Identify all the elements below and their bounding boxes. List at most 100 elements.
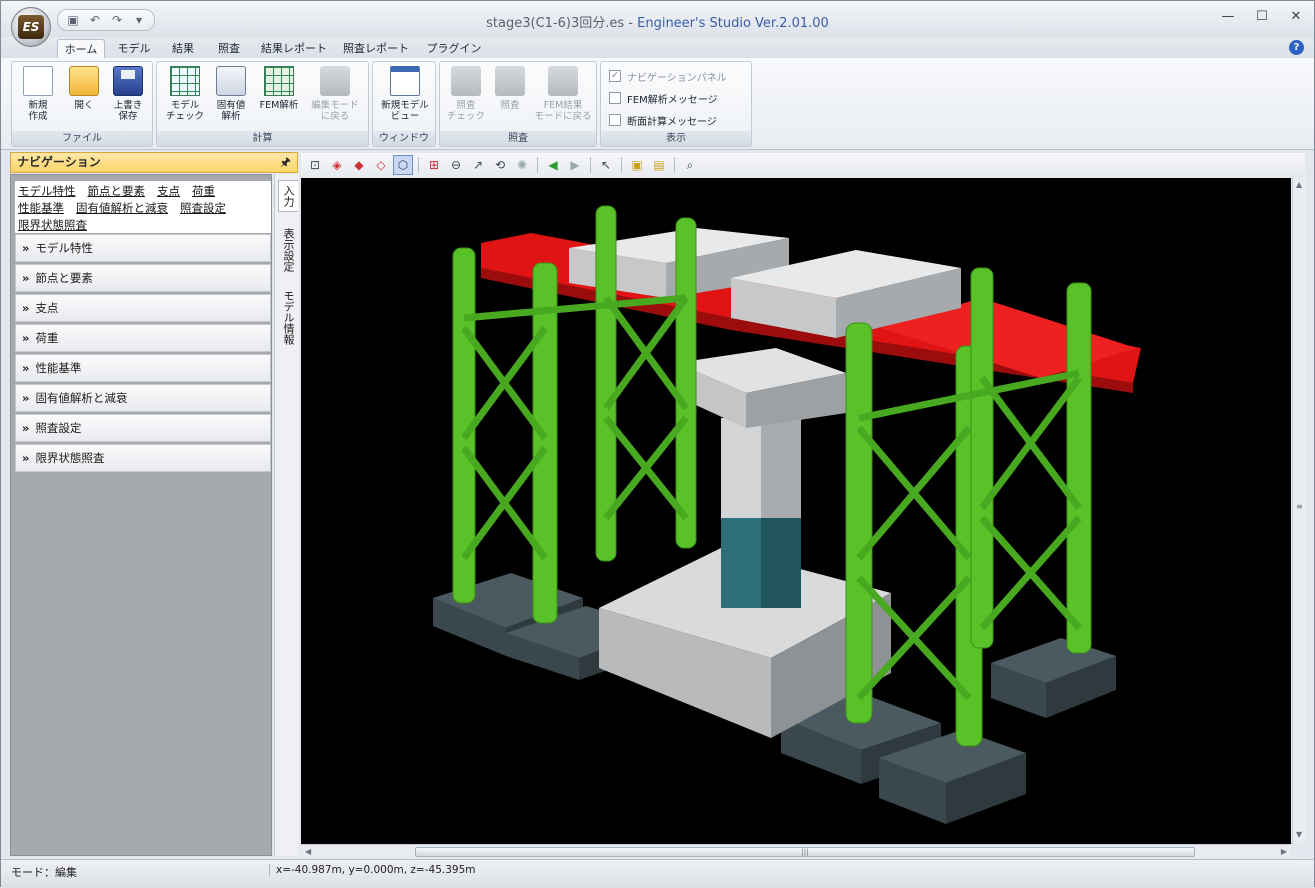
link-loads[interactable]: 荷重 (192, 184, 215, 198)
link-supports[interactable]: 支点 (157, 184, 180, 198)
tab-home[interactable]: ホーム (57, 39, 105, 59)
check-check-button[interactable]: 照査 チェック (444, 66, 488, 122)
nav-item-check-settings[interactable]: » 照査設定 (15, 414, 271, 442)
folder-open-icon (69, 66, 99, 96)
orbit-icon[interactable]: ✺ (512, 155, 532, 175)
check-button[interactable]: 照査 (488, 66, 532, 111)
view-side-icon[interactable]: ◇ (371, 155, 391, 175)
window-group: 新規モデル ビュー ウィンドウ (372, 61, 436, 147)
redo-icon[interactable]: ↷ (108, 11, 126, 29)
zoom-out-icon[interactable]: ⊖ (446, 155, 466, 175)
tab-check[interactable]: 照査 (211, 39, 247, 59)
scroll-grip-icon: ≡ (1296, 502, 1303, 511)
tab-display-settings[interactable]: 表示設定 (278, 224, 298, 276)
scroll-up-icon[interactable]: ▲ (1296, 180, 1302, 189)
back-icon[interactable]: ◀ (543, 155, 563, 175)
tab-model[interactable]: モデル (113, 39, 155, 59)
file-group: 新規 作成 開く 上書き 保存 ファイル (11, 61, 153, 147)
navigation-panel: モデル特性 節点と要素 支点 荷重 性能基準 固有値解析と減衰 照査設定 限界状態照査 »… (10, 174, 272, 856)
3d-model-viewport[interactable] (301, 178, 1291, 844)
floppy-save-icon (113, 66, 143, 96)
nav-item-nodes-elements[interactable]: » 節点と要素 (15, 264, 271, 292)
close-button[interactable]: ✕ (1284, 9, 1308, 25)
double-chevron-icon: » (22, 361, 30, 375)
minimize-button[interactable]: — (1216, 9, 1240, 25)
undo-icon[interactable]: ↶ (86, 11, 104, 29)
fem-result-mode-icon (548, 66, 578, 96)
new-model-view-button[interactable]: 新規モデル ビュー (377, 66, 433, 122)
link-eigen-damping[interactable]: 固有値解析と減衰 (76, 201, 168, 215)
double-chevron-icon: » (22, 451, 30, 465)
tab-model-info[interactable]: モデル情報 (278, 286, 298, 349)
window-title: stage3(C1-6)3回分.es - Engineer's Studio V… (486, 16, 829, 31)
forward-icon[interactable]: ▶ (565, 155, 585, 175)
link-check-settings[interactable]: 照査設定 (180, 201, 226, 215)
link-limit-state[interactable]: 限界状態照査 (18, 218, 87, 232)
nav-item-model-properties[interactable]: » モデル特性 (15, 234, 271, 262)
search-icon[interactable]: ⌕ (680, 155, 700, 175)
link-nodes-elements[interactable]: 節点と要素 (88, 184, 146, 198)
view-front-icon[interactable]: ◆ (349, 155, 369, 175)
tab-input[interactable]: 入力 (278, 180, 298, 212)
new-button[interactable]: 新規 作成 (16, 66, 60, 122)
view-iso-red-icon[interactable]: ◈ (327, 155, 347, 175)
overwrite-save-button[interactable]: 上書き 保存 (106, 66, 150, 122)
view-3d-icon[interactable]: ⬡ (393, 155, 413, 175)
eigen-analysis-button[interactable]: 固有値 解析 (209, 66, 253, 122)
fem-message-checkbox[interactable]: FEM解析メッセージ (609, 90, 718, 106)
open-button[interactable]: 開く (62, 66, 106, 111)
link-model-properties[interactable]: モデル特性 (18, 184, 76, 198)
ribbon-tabs: ホーム モデル 結果 照査 結果レポート 照査レポート プラグイン (1, 37, 1314, 59)
maximize-button[interactable]: ☐ (1250, 9, 1274, 25)
file-title: stage3(C1-6)3回分.es (486, 16, 625, 31)
save-icon[interactable]: ▣ (64, 11, 82, 29)
app-name: Engineer's Studio Ver.2.01.00 (637, 16, 829, 31)
display-group: ✓ ナビゲーションパネル FEM解析メッセージ 断面計算メッセージ 表示 (600, 61, 752, 147)
check-group-label: 照査 (440, 131, 596, 146)
title-bar: stage3(C1-6)3回分.es - Engineer's Studio V… (1, 1, 1314, 37)
model-check-button[interactable]: モデル チェック (163, 66, 207, 122)
back-to-fem-mode-button[interactable]: FEM結果 モードに戻る (534, 66, 592, 122)
nav-item-eigen-damping[interactable]: » 固有値解析と減衰 (15, 384, 271, 412)
tab-check-report[interactable]: 照査レポート (339, 39, 413, 59)
select-box-icon[interactable]: ▣ (627, 155, 647, 175)
eigen-analysis-icon (216, 66, 246, 96)
check-icon (495, 66, 525, 96)
rotate-icon[interactable]: ⟲ (490, 155, 510, 175)
zoom-window-icon[interactable]: ⊞ (424, 155, 444, 175)
select-pointer-icon[interactable]: ↖ (596, 155, 616, 175)
viewport-horizontal-scrollbar[interactable]: ◀ ||| ▶ (301, 844, 1291, 858)
nav-item-supports[interactable]: » 支点 (15, 294, 271, 322)
scroll-down-icon[interactable]: ▼ (1296, 830, 1302, 839)
fit-all-icon[interactable]: ⊡ (305, 155, 325, 175)
window-group-label: ウィンドウ (373, 131, 435, 146)
section-calc-message-checkbox[interactable]: 断面計算メッセージ (609, 112, 717, 128)
ribbon: 新規 作成 開く 上書き 保存 ファイル モデル チェック 固有値 解析 FEM… (1, 58, 1314, 150)
help-icon[interactable]: ? (1289, 40, 1304, 55)
link-performance[interactable]: 性能基準 (18, 201, 64, 215)
nav-item-loads[interactable]: » 荷重 (15, 324, 271, 352)
navigation-panel-checkbox[interactable]: ✓ ナビゲーションパネル (609, 68, 727, 84)
display-group-label: 表示 (601, 131, 751, 146)
check-group: 照査 チェック 照査 FEM結果 モードに戻る 照査 (439, 61, 597, 147)
scroll-left-icon[interactable]: ◀ (305, 847, 311, 856)
nav-item-performance[interactable]: » 性能基準 (15, 354, 271, 382)
horizontal-scroll-thumb[interactable]: ||| (415, 847, 1195, 857)
cursor-coordinates: x=-40.987m, y=0.000m, z=-45.395m (269, 864, 476, 876)
tab-results-report[interactable]: 結果レポート (257, 39, 331, 59)
back-to-edit-mode-button[interactable]: 編集モード に戻る (307, 66, 363, 122)
pin-icon[interactable]: 🖈 (280, 153, 291, 172)
application-menu-button[interactable]: ES (11, 7, 51, 47)
scroll-right-icon[interactable]: ▶ (1281, 847, 1287, 856)
checkbox-unchecked-icon (609, 114, 621, 126)
pan-icon[interactable]: ↗ (468, 155, 488, 175)
select-multi-icon[interactable]: ▤ (649, 155, 669, 175)
customize-qat-icon[interactable]: ▾ (130, 11, 148, 29)
tab-results[interactable]: 結果 (165, 39, 201, 59)
calc-group-label: 計算 (157, 131, 368, 146)
quick-access-toolbar: ▣ ↶ ↷ ▾ (57, 9, 155, 31)
nav-item-limit-state[interactable]: » 限界状態照査 (15, 444, 271, 472)
fem-analysis-button[interactable]: FEM解析 (257, 66, 301, 111)
tab-plugin[interactable]: プラグイン (421, 39, 487, 59)
viewport-vertical-scrollbar[interactable]: ▲ ≡ ▼ (1292, 178, 1306, 844)
